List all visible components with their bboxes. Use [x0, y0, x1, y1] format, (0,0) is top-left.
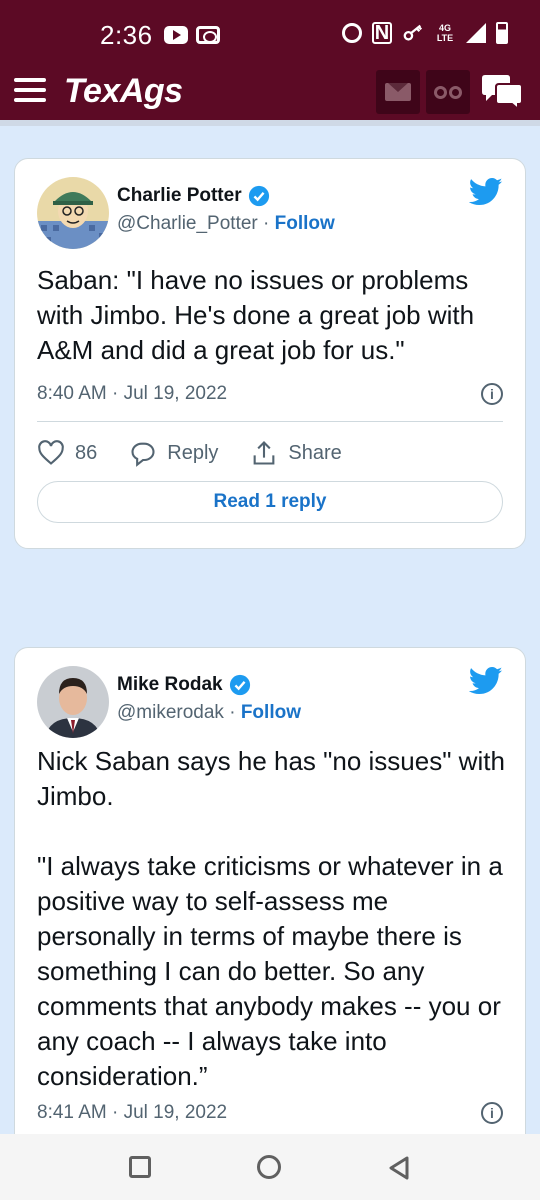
- avatar[interactable]: [37, 177, 109, 249]
- reply-button[interactable]: Reply: [129, 439, 218, 467]
- info-icon[interactable]: i: [481, 383, 503, 405]
- previous-post-edge: [0, 120, 540, 126]
- youtube-icon: [164, 26, 188, 44]
- tweet-timestamp[interactable]: 8:41 AM · Jul 19, 2022: [37, 1102, 227, 1124]
- network-type-label: 4G LTE: [436, 23, 454, 43]
- screen-record-icon: [196, 26, 220, 44]
- alarm-icon: [342, 23, 362, 43]
- tweet-text: Nick Saban says he has "no issues" with …: [37, 746, 505, 1091]
- system-nav-bar: [0, 1134, 540, 1200]
- binoculars-icon: [434, 85, 462, 99]
- handle-row: @Charlie_Potter · Follow: [117, 213, 335, 235]
- handle-row: @mikerodak · Follow: [117, 702, 301, 724]
- tweet-timestamp[interactable]: 8:40 AM · Jul 19, 2022: [37, 383, 227, 405]
- author-name[interactable]: Charlie Potter: [117, 185, 242, 207]
- author-handle[interactable]: @Charlie_Potter: [117, 213, 258, 234]
- tweet-author: Mike Rodak @mikerodak · Follow: [117, 674, 301, 724]
- thread-content[interactable]: Charlie Potter @Charlie_Potter · Follow …: [0, 120, 540, 1134]
- key-icon: [403, 24, 423, 41]
- share-button[interactable]: Share: [250, 439, 342, 467]
- info-icon[interactable]: i: [481, 1102, 503, 1124]
- author-name[interactable]: Mike Rodak: [117, 674, 223, 696]
- mail-icon: [385, 83, 411, 101]
- tweet-text: Saban: "I have no issues or problems wit…: [37, 265, 475, 365]
- handle-separator: ·: [223, 702, 241, 723]
- home-button[interactable]: [257, 1155, 281, 1179]
- texags-logo[interactable]: TexAgs: [64, 72, 183, 111]
- author-handle[interactable]: @mikerodak: [117, 702, 224, 723]
- verified-badge-icon: [229, 674, 250, 696]
- heart-icon: [38, 440, 64, 465]
- nfc-icon: N: [372, 22, 392, 44]
- hamburger-icon[interactable]: [14, 78, 46, 102]
- tweet-actions: 86 Reply Share: [37, 439, 374, 467]
- twitter-bird-icon[interactable]: [469, 177, 503, 207]
- divider: [37, 421, 503, 422]
- reply-label: Reply: [167, 441, 219, 464]
- follow-link[interactable]: Follow: [241, 702, 301, 723]
- recents-button[interactable]: [129, 1156, 151, 1178]
- battery-icon: [496, 22, 508, 44]
- read-replies-button[interactable]: Read 1 reply: [37, 481, 503, 523]
- status-time: 2:36: [100, 20, 153, 50]
- binoculars-button[interactable]: [426, 70, 470, 114]
- back-button[interactable]: [388, 1156, 410, 1180]
- follow-link[interactable]: Follow: [275, 213, 335, 234]
- app-header: TexAgs: [0, 62, 540, 120]
- verified-badge-icon: [248, 185, 269, 207]
- tweet-author: Charlie Potter @Charlie_Potter · Follow: [117, 185, 335, 235]
- mail-button[interactable]: [376, 70, 420, 114]
- handle-separator: ·: [257, 213, 275, 234]
- embedded-tweet[interactable]: Charlie Potter @Charlie_Potter · Follow …: [14, 158, 526, 549]
- status-bar: 2:36 N 4G LTE: [0, 0, 540, 62]
- avatar[interactable]: [37, 666, 109, 738]
- share-icon: [254, 441, 275, 465]
- embedded-tweet[interactable]: Mike Rodak @mikerodak · Follow Nick Saba…: [14, 647, 526, 1134]
- share-label: Share: [288, 441, 342, 464]
- reply-icon: [131, 442, 155, 467]
- chat-bubbles-icon[interactable]: [480, 74, 524, 110]
- signal-icon: [466, 23, 486, 43]
- status-icons: N 4G LTE: [342, 22, 508, 44]
- like-count: 86: [75, 441, 98, 464]
- like-button[interactable]: 86: [37, 439, 97, 467]
- twitter-bird-icon[interactable]: [469, 666, 503, 696]
